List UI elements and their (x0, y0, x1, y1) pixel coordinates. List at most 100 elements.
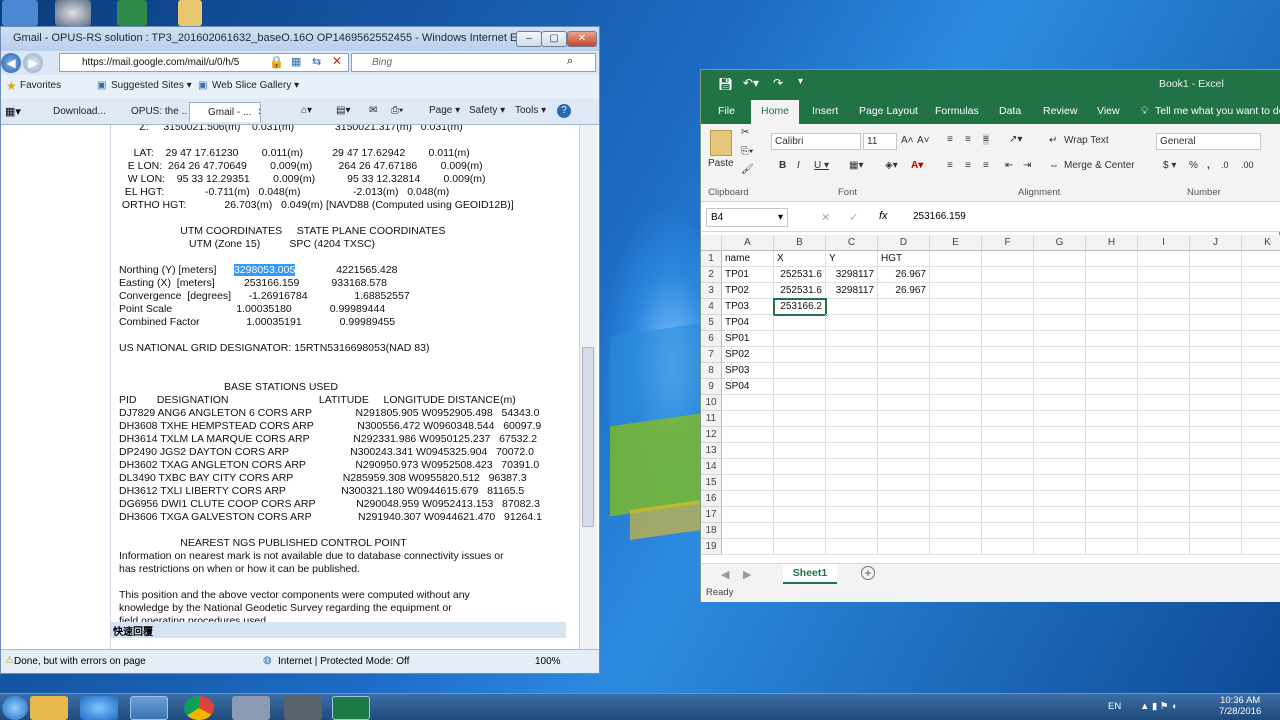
grid-cell[interactable] (722, 523, 774, 539)
grid-cell[interactable] (1086, 331, 1138, 347)
row-header[interactable]: 4 (701, 299, 722, 315)
grid-cell[interactable] (1086, 283, 1138, 299)
grid-cell[interactable] (774, 427, 826, 443)
grid-cell[interactable]: 3298117 (826, 283, 878, 299)
tab-insert[interactable]: Insert (812, 105, 838, 117)
wrap-text-button[interactable]: Wrap Text (1064, 135, 1109, 146)
grid-cell[interactable] (982, 411, 1034, 427)
row-header[interactable]: 9 (701, 379, 722, 395)
column-header[interactable]: K (1242, 235, 1280, 251)
tell-me-box[interactable]: Tell me what you want to do (1155, 105, 1280, 117)
grid-cell[interactable]: SP03 (722, 363, 774, 379)
grid-cell[interactable] (826, 347, 878, 363)
font-color-icon[interactable]: A▾ (911, 160, 923, 171)
grid-cell[interactable] (774, 459, 826, 475)
app-taskbar-icon[interactable] (232, 696, 270, 720)
grid-cell[interactable] (826, 507, 878, 523)
tab-opus[interactable]: OPUS: the ... (113, 102, 187, 122)
grid-cell[interactable] (1086, 443, 1138, 459)
grid-cell[interactable] (826, 315, 878, 331)
folder-icon[interactable] (178, 0, 202, 26)
grid-cell[interactable] (982, 523, 1034, 539)
grid-cell[interactable] (774, 443, 826, 459)
compat-view-icon[interactable]: ▦ (291, 55, 301, 68)
maximize-icon[interactable]: ▢ (541, 31, 567, 47)
minimize-icon[interactable]: – (516, 31, 542, 47)
fill-color-icon[interactable]: ◈▾ (885, 160, 898, 171)
grid-cell[interactable] (1034, 475, 1086, 491)
suggested-sites-link[interactable]: Suggested Sites ▾ (111, 80, 192, 91)
grid-cell[interactable] (1242, 539, 1280, 555)
grid-cell[interactable] (1190, 267, 1242, 283)
grid-cell[interactable] (774, 363, 826, 379)
grid-cell[interactable]: TP02 (722, 283, 774, 299)
grid-cell[interactable] (878, 379, 930, 395)
grid-cell[interactable] (878, 411, 930, 427)
grid-cell[interactable] (826, 395, 878, 411)
grid-cell[interactable] (878, 315, 930, 331)
app2-taskbar-icon[interactable] (284, 696, 322, 720)
grid-cell[interactable] (774, 395, 826, 411)
add-sheet-icon[interactable]: + (861, 566, 875, 580)
row-header[interactable]: 6 (701, 331, 722, 347)
grid-cell[interactable] (722, 443, 774, 459)
grid-cell[interactable] (1034, 379, 1086, 395)
column-header[interactable]: A (722, 235, 774, 251)
grid-cell[interactable] (1242, 251, 1280, 267)
grid-cell[interactable] (982, 507, 1034, 523)
grid-cell[interactable]: HGT (878, 251, 930, 267)
grid-cell[interactable] (930, 475, 982, 491)
underline-icon[interactable]: U ▾ (814, 160, 829, 171)
grid-cell[interactable] (1034, 267, 1086, 283)
forward-arrow-icon[interactable]: ▶ (23, 53, 43, 73)
grid-cell[interactable] (1138, 347, 1190, 363)
grid-cell[interactable] (1086, 395, 1138, 411)
grid-cell[interactable] (722, 507, 774, 523)
grid-cell[interactable] (982, 475, 1034, 491)
grid-cell[interactable] (826, 411, 878, 427)
align-center-icon[interactable]: ≡ (965, 160, 971, 171)
grid-cell[interactable] (1190, 507, 1242, 523)
grid-cell[interactable] (1190, 443, 1242, 459)
grid-cell[interactable] (722, 475, 774, 491)
row-header[interactable]: 18 (701, 523, 722, 539)
grid-cell[interactable] (826, 363, 878, 379)
grid-cell[interactable] (1086, 379, 1138, 395)
grid-cell[interactable] (1086, 427, 1138, 443)
column-header[interactable]: J (1190, 235, 1242, 251)
grid-cell[interactable] (1190, 299, 1242, 315)
grid-cell[interactable] (722, 539, 774, 555)
grid-cell[interactable] (1034, 283, 1086, 299)
row-header[interactable]: 14 (701, 459, 722, 475)
grid-cell[interactable] (1034, 299, 1086, 315)
help-icon[interactable]: ? (557, 104, 571, 118)
grid-cell[interactable] (982, 299, 1034, 315)
tools-menu[interactable]: Tools ▾ (515, 105, 546, 116)
grid-cell[interactable] (1190, 315, 1242, 331)
grid-cell[interactable] (826, 299, 878, 315)
grid-cell[interactable] (1086, 539, 1138, 555)
grid-cell[interactable] (878, 539, 930, 555)
grid-cell[interactable] (774, 475, 826, 491)
web-slice-gallery-link[interactable]: Web Slice Gallery ▾ (212, 80, 299, 91)
align-left-icon[interactable]: ≡ (947, 160, 953, 171)
redo-icon[interactable]: ↷ (773, 76, 783, 90)
warning-icon[interactable]: ⚠ (5, 655, 14, 666)
formula-input[interactable]: 253166.159 (913, 208, 966, 222)
grow-font-icon[interactable]: A˄ (901, 135, 914, 146)
grid-cell[interactable] (826, 475, 878, 491)
grid-cell[interactable] (1034, 491, 1086, 507)
grid-cell[interactable] (774, 491, 826, 507)
grid-cell[interactable] (774, 411, 826, 427)
grid-cell[interactable] (1138, 315, 1190, 331)
grid-cell[interactable] (1190, 347, 1242, 363)
merge-center-icon[interactable]: ⇔ (1049, 160, 1059, 171)
grid-cell[interactable] (982, 363, 1034, 379)
grid-cell[interactable] (930, 315, 982, 331)
grid-cell[interactable] (1190, 411, 1242, 427)
grid-cell[interactable] (930, 283, 982, 299)
grid-cell[interactable] (1138, 379, 1190, 395)
grid-cell[interactable] (774, 507, 826, 523)
grid-cell[interactable] (1190, 459, 1242, 475)
grid-cell[interactable] (1242, 267, 1280, 283)
